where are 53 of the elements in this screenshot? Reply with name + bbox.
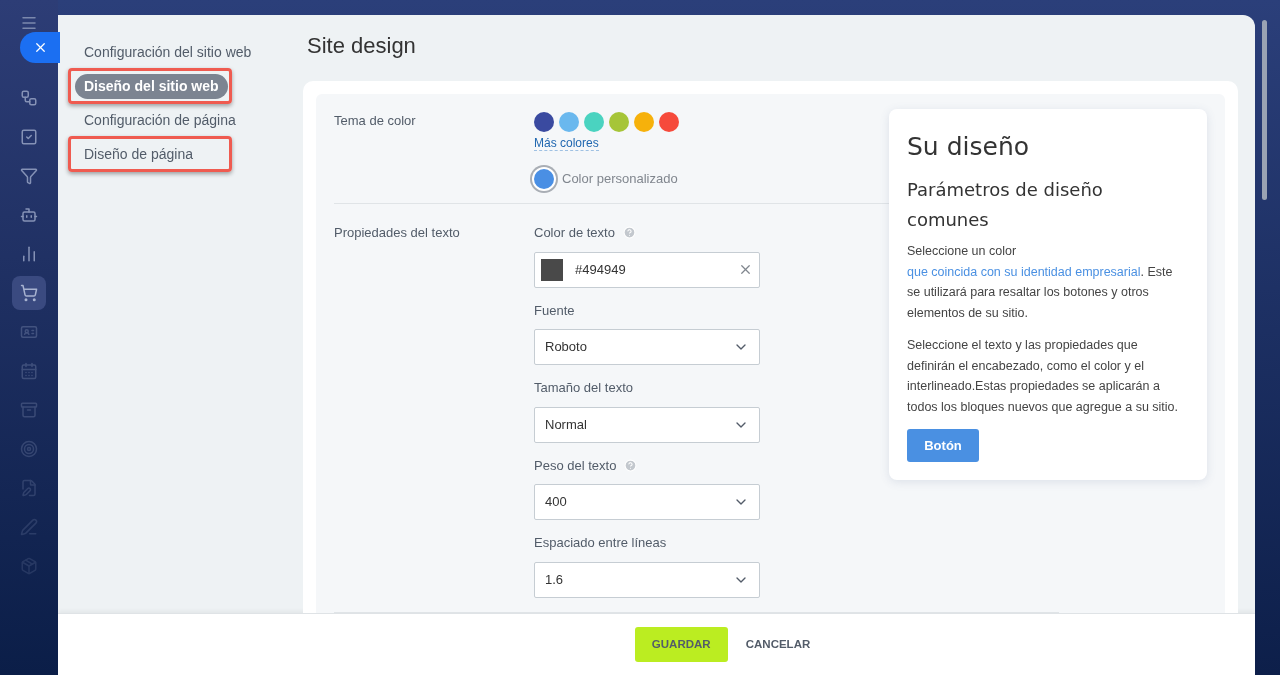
filter-icon xyxy=(20,167,38,185)
select-field[interactable]: 400 xyxy=(534,484,760,520)
help-icon[interactable] xyxy=(622,226,636,240)
save-button[interactable]: GUARDAR xyxy=(634,627,728,662)
nav-item[interactable]: Diseño de página xyxy=(75,141,202,167)
archive-icon xyxy=(20,401,38,419)
section-label: Tema de color xyxy=(334,112,417,130)
field-label: Tamaño del texto xyxy=(534,379,633,397)
color-swatch[interactable] xyxy=(559,112,579,132)
nav-item[interactable]: Diseño del sitio web xyxy=(75,73,228,99)
cancel-button[interactable]: CANCELAR xyxy=(737,627,819,662)
page-title: Site design xyxy=(306,33,417,59)
scrollbar[interactable] xyxy=(1262,20,1267,200)
nav-item[interactable]: Configuración de página xyxy=(75,107,245,133)
cart-icon xyxy=(20,284,38,302)
pen-icon xyxy=(20,518,38,536)
robot-icon xyxy=(20,206,38,224)
help-icon[interactable] xyxy=(624,458,638,472)
workflow-icon xyxy=(20,89,38,107)
field-label: Color de texto xyxy=(534,224,615,242)
more-colors-link[interactable]: Más colores xyxy=(534,136,599,151)
preview-title: Su diseño xyxy=(907,131,1031,163)
bar-chart-icon xyxy=(20,245,38,263)
color-swatch[interactable] xyxy=(659,112,679,132)
color-input-field[interactable]: #494949 xyxy=(534,251,760,288)
calendar-icon xyxy=(20,362,38,380)
sidebar-item[interactable] xyxy=(12,276,46,310)
preview-button[interactable]: Botón xyxy=(907,429,979,462)
custom-color-label: Color personalizado xyxy=(562,170,678,189)
color-swatch[interactable] xyxy=(584,112,604,132)
preview-subtitle: Parámetros de diseño comunes xyxy=(907,178,1104,232)
select-field[interactable]: 1.6 xyxy=(534,561,760,598)
select-field[interactable]: Normal xyxy=(534,406,760,443)
contact-card-icon xyxy=(20,323,38,341)
field-label: Espaciado entre líneas xyxy=(534,534,667,552)
custom-color-swatch[interactable] xyxy=(534,169,554,189)
document-edit-icon xyxy=(20,479,38,497)
close-button[interactable] xyxy=(20,32,60,63)
section-label: Propiedades del texto xyxy=(334,224,461,242)
color-value: #494949 xyxy=(575,260,627,279)
color-swatch[interactable] xyxy=(534,112,554,132)
select-field[interactable]: Roboto xyxy=(534,329,760,365)
color-swatch[interactable] xyxy=(609,112,629,132)
nav-item[interactable]: Configuración del sitio web xyxy=(75,39,261,65)
preview-paragraph: Seleccione un color que coincida con su identidad empresarial. Este se utilizará para resaltar los botones y otros elementos de su sitio. xyxy=(907,243,1174,322)
target-icon xyxy=(20,440,38,458)
checkbox-icon xyxy=(20,128,38,146)
preview-paragraph: Seleccione el texto y las propiedades que definirán el encabezado, como el color y el interlineado.Estas propiedades se aplicarán a todos los bloques nuevos que agregue a su sitio. xyxy=(907,337,1180,416)
field-label: Peso del texto xyxy=(534,456,617,475)
color-swatch[interactable] xyxy=(634,112,654,132)
field-label: Fuente xyxy=(534,301,575,320)
clear-icon[interactable] xyxy=(738,262,753,277)
menu-icon[interactable] xyxy=(20,14,38,32)
